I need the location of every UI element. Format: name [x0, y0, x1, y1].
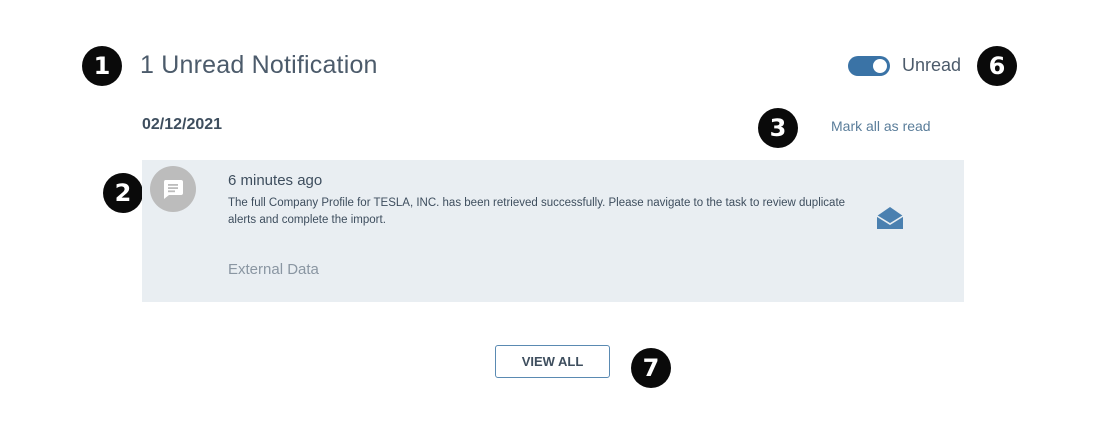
notification-category: External Data	[228, 261, 319, 278]
notification-avatar	[150, 166, 196, 212]
unread-toggle-group: Unread	[848, 55, 961, 76]
notification-message: The full Company Profile for TESLA, INC.…	[228, 197, 846, 226]
callout-marker-2: 2	[103, 173, 143, 213]
notifications-title: 1 Unread Notification	[140, 51, 378, 79]
unread-toggle[interactable]	[848, 55, 890, 76]
callout-marker-1: 1	[82, 46, 122, 86]
message-icon	[163, 180, 183, 199]
toggle-knob	[873, 58, 887, 73]
date-group-header: 02/12/2021	[142, 116, 223, 133]
notification-time: 6 minutes ago	[228, 172, 323, 189]
envelope-open-icon	[876, 207, 904, 229]
callout-marker-3: 3	[758, 108, 798, 148]
view-all-button[interactable]: VIEW ALL	[495, 345, 610, 378]
callout-marker-7: 7	[631, 348, 671, 388]
mark-as-read-button[interactable]	[875, 205, 905, 236]
mark-all-read-link[interactable]: Mark all as read	[831, 118, 931, 134]
unread-toggle-label: Unread	[902, 55, 962, 75]
callout-marker-6: 6	[977, 46, 1017, 86]
